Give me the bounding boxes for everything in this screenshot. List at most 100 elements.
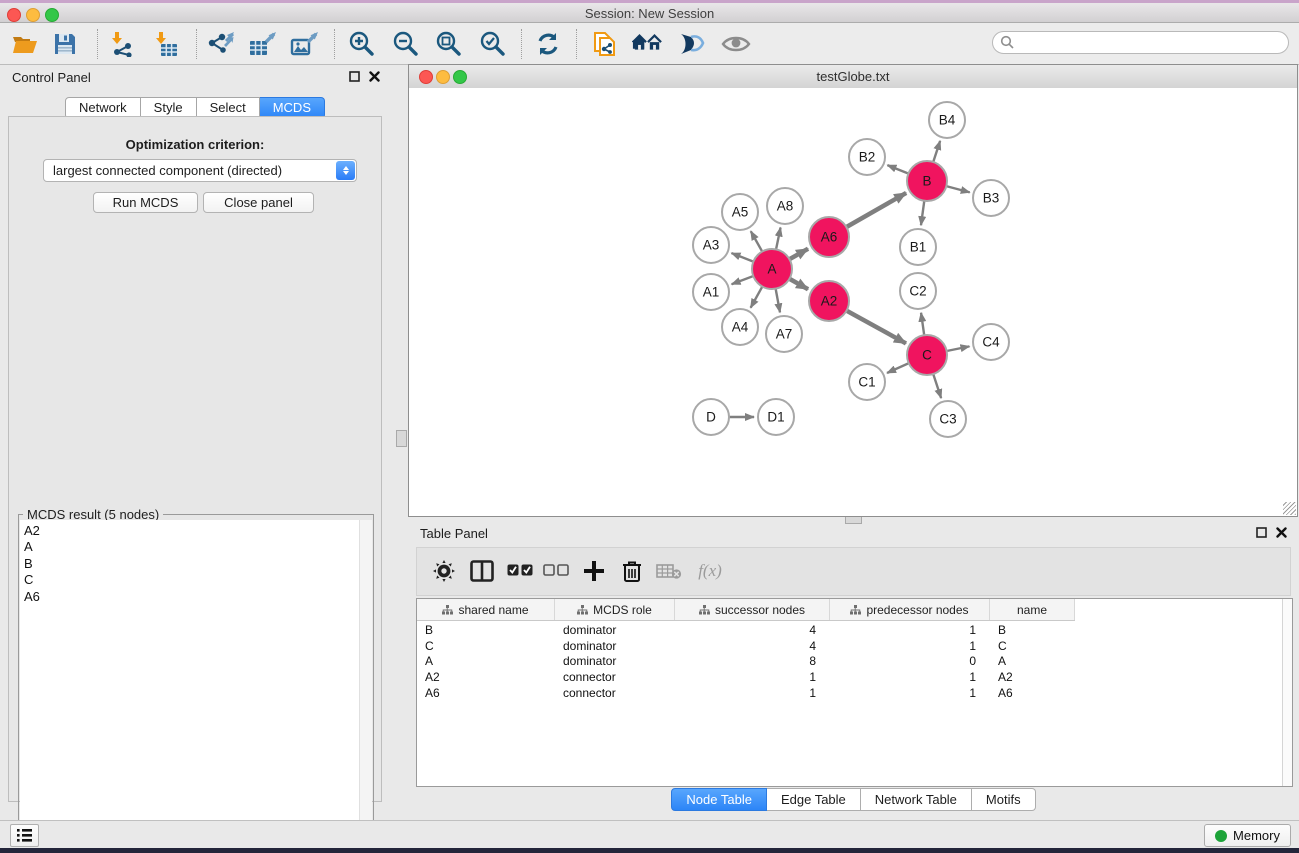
run-mcds-button[interactable]: Run MCDS	[93, 192, 198, 213]
network-canvas[interactable]: B4 B2 B B3 A5A8A6 A3 B1 A A1 C2 A2 A4 A7 C4 C C1 D D1 C3	[409, 88, 1297, 516]
result-list-item[interactable]: A6	[24, 589, 372, 605]
open-file-icon[interactable]	[10, 30, 40, 58]
node-A2[interactable]: A2	[809, 281, 849, 321]
close-panel-button[interactable]: Close panel	[203, 192, 314, 213]
node-A[interactable]: A	[752, 249, 792, 289]
float-panel-icon[interactable]	[349, 71, 360, 82]
toolbar-separator	[576, 29, 577, 59]
tab-network-table[interactable]: Network Table	[861, 788, 972, 811]
column-selector-icon[interactable]	[467, 557, 497, 585]
node-C[interactable]: C	[907, 335, 947, 375]
column-header-shared-name[interactable]: shared name	[417, 599, 555, 620]
desktop-wallpaper-strip	[0, 848, 1299, 853]
result-list-item[interactable]: C	[24, 572, 372, 588]
table-scrollbar[interactable]	[1282, 599, 1292, 786]
node-label: A4	[732, 320, 749, 335]
criterion-selected-value: largest connected component (directed)	[53, 163, 282, 178]
status-bar: Memory	[0, 820, 1299, 849]
delete-column-icon[interactable]	[617, 557, 647, 585]
node-A7[interactable]: A7	[766, 316, 802, 352]
node-table[interactable]: shared name MCDS role successor nodesprede…	[416, 598, 1293, 787]
task-history-button[interactable]	[10, 824, 39, 847]
table-row[interactable]: Adominator80A	[417, 653, 1075, 669]
node-D[interactable]: D	[693, 399, 729, 435]
table-panel: Table Panel	[408, 520, 1299, 820]
node-label: C4	[982, 335, 1000, 350]
export-network-icon[interactable]	[205, 30, 235, 58]
result-list-item[interactable]: A	[24, 539, 372, 555]
node-A3[interactable]: A3	[693, 227, 729, 263]
select-all-icon[interactable]	[505, 557, 535, 585]
save-session-icon[interactable]	[50, 30, 80, 58]
node-C3[interactable]: C3	[930, 401, 966, 437]
home-icon[interactable]	[632, 30, 662, 58]
zoom-selected-icon[interactable]	[477, 30, 507, 58]
add-column-icon[interactable]	[579, 557, 609, 585]
node-label: C3	[939, 412, 956, 427]
window-resize-grip[interactable]	[1283, 502, 1296, 515]
zoom-fit-icon[interactable]	[433, 30, 463, 58]
column-header-label: MCDS role	[593, 603, 652, 617]
node-B3[interactable]: B3	[973, 180, 1009, 216]
import-table-icon[interactable]	[151, 30, 181, 58]
node-C1[interactable]: C1	[849, 364, 885, 400]
node-label: B2	[859, 150, 876, 165]
search-field	[992, 31, 1289, 54]
table-cell: C	[417, 638, 555, 654]
result-list-scrollbar[interactable]	[359, 520, 372, 853]
column-header-successor-nodes[interactable]: successor nodes	[675, 599, 830, 620]
table-cell: 1	[675, 685, 830, 701]
close-table-panel-icon[interactable]	[1276, 527, 1287, 538]
tab-edge-table[interactable]: Edge Table	[767, 788, 861, 811]
network-graph[interactable]: B4 B2 B B3 A5A8A6 A3 B1 A A1 C2 A2 A4 A7 C4 C C1 D D1 C3	[409, 88, 1297, 516]
result-list-item[interactable]: B	[24, 556, 372, 572]
export-image-icon[interactable]	[289, 30, 319, 58]
node-A4[interactable]: A4	[722, 309, 758, 345]
node-A6[interactable]: A6	[809, 217, 849, 257]
node-A5[interactable]: A5	[722, 194, 758, 230]
show-details-icon[interactable]	[721, 30, 751, 58]
toolbar-separator	[196, 29, 197, 59]
control-panel-header: Control Panel	[0, 64, 390, 90]
close-panel-icon[interactable]	[369, 71, 380, 82]
refresh-icon[interactable]	[533, 30, 563, 58]
export-table-icon[interactable]	[247, 30, 277, 58]
node-C4[interactable]: C4	[973, 324, 1009, 360]
table-cell: C	[990, 638, 1075, 654]
table-cell: 1	[830, 622, 990, 638]
zoom-out-icon[interactable]	[390, 30, 420, 58]
vertical-split-handle[interactable]	[396, 430, 407, 447]
float-table-panel-icon[interactable]	[1256, 527, 1267, 538]
table-cell: connector	[555, 669, 675, 685]
node-A1[interactable]: A1	[693, 274, 729, 310]
unselect-all-icon[interactable]	[541, 557, 571, 585]
column-header-MCDS-role[interactable]: MCDS role	[555, 599, 675, 620]
search-input[interactable]	[992, 31, 1289, 54]
memory-button[interactable]: Memory	[1204, 824, 1291, 847]
node-label: B	[922, 174, 931, 189]
column-header-name[interactable]: name	[990, 599, 1075, 620]
table-row[interactable]: Cdominator41C	[417, 638, 1075, 654]
clone-network-icon[interactable]	[590, 30, 620, 58]
hide-details-icon[interactable]	[676, 30, 706, 58]
column-header-predecessor-nodes[interactable]: predecessor nodes	[830, 599, 990, 620]
mcds-result-list[interactable]: A2ABCA6	[20, 520, 372, 853]
table-row[interactable]: A2connector11A2	[417, 669, 1075, 685]
tab-node-table[interactable]: Node Table	[671, 788, 767, 811]
tab-motifs[interactable]: Motifs	[972, 788, 1036, 811]
node-A8[interactable]: A8	[767, 188, 803, 224]
node-B1[interactable]: B1	[900, 229, 936, 265]
table-row[interactable]: A6connector11A6	[417, 685, 1075, 701]
table-cell: A2	[990, 669, 1075, 685]
node-B2[interactable]: B2	[849, 139, 885, 175]
criterion-dropdown[interactable]: largest connected component (directed)	[43, 159, 357, 182]
import-network-icon[interactable]	[107, 30, 137, 58]
node-B4[interactable]: B4	[929, 102, 965, 138]
settings-gear-icon[interactable]	[429, 557, 459, 585]
table-row[interactable]: Bdominator41B	[417, 622, 1075, 638]
node-B[interactable]: B	[907, 161, 947, 201]
result-list-item[interactable]: A2	[24, 523, 372, 539]
node-D1[interactable]: D1	[758, 399, 794, 435]
zoom-in-icon[interactable]	[346, 30, 376, 58]
node-C2[interactable]: C2	[900, 273, 936, 309]
